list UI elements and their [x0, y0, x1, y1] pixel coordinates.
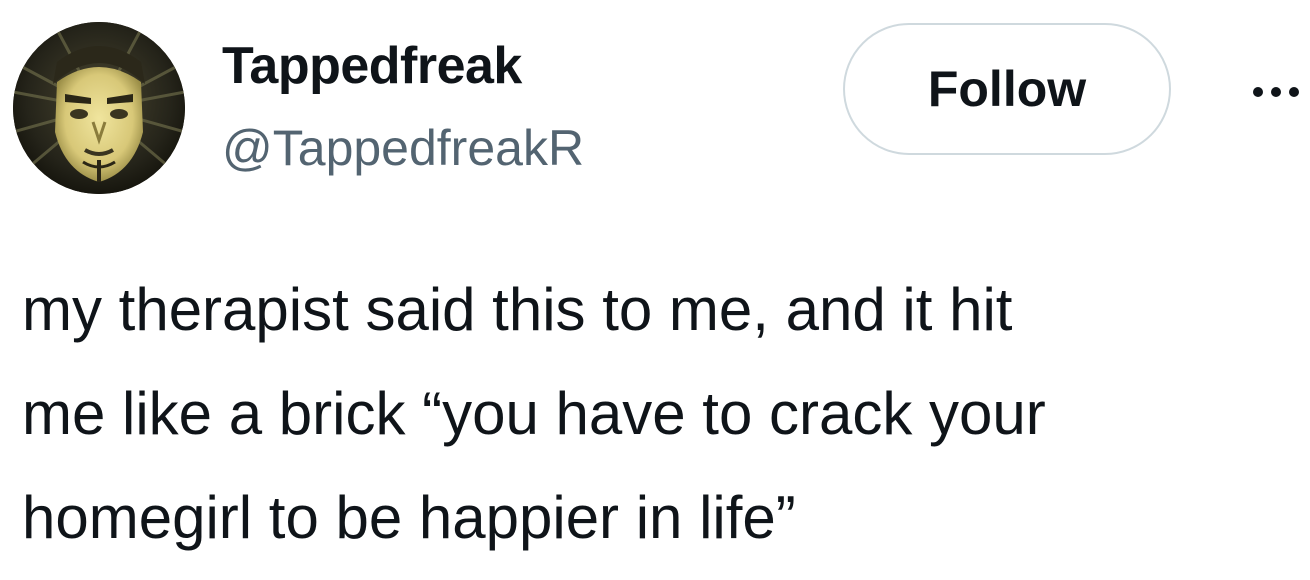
more-options-icon[interactable] [1248, 72, 1310, 112]
avatar[interactable] [13, 22, 185, 194]
user-handle[interactable]: @TappedfreakR [222, 118, 584, 178]
avatar-image [13, 22, 185, 194]
follow-button[interactable]: Follow [843, 23, 1171, 155]
display-name[interactable]: Tappedfreak [222, 36, 522, 96]
tweet-text: my therapist said this to me, and it hit… [22, 276, 1046, 551]
